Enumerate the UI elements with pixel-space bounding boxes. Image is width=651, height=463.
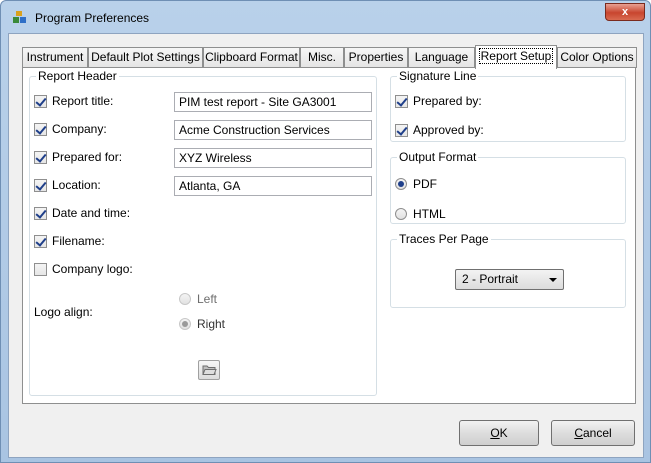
tab-language[interactable]: Language	[408, 47, 475, 68]
date-and-time-checkbox[interactable]	[34, 207, 47, 220]
browse-logo-button[interactable]	[198, 360, 220, 380]
company-label: Company:	[52, 122, 107, 136]
logo-align-right-radio[interactable]	[179, 318, 191, 330]
prepared-by-label: Prepared by:	[413, 94, 482, 108]
report-header-legend: Report Header	[38, 69, 117, 83]
cancel-button[interactable]: Cancel	[551, 420, 635, 446]
report-title-checkbox[interactable]	[34, 95, 47, 108]
tab-clipboard-format[interactable]: Clipboard Format	[203, 47, 300, 68]
company-logo-label: Company logo:	[52, 262, 133, 276]
window-title: Program Preferences	[35, 11, 150, 25]
approved-by-label: Approved by:	[413, 123, 484, 137]
prepared-by-checkbox[interactable]	[395, 95, 408, 108]
chevron-down-icon	[549, 278, 557, 282]
company-logo-checkbox[interactable]	[34, 263, 47, 276]
tab-color-options[interactable]: Color Options	[557, 47, 637, 68]
company-checkbox[interactable]	[34, 123, 47, 136]
ok-button[interactable]: OK	[459, 420, 539, 446]
traces-per-page-value: 2 - Portrait	[462, 272, 519, 286]
tab-report-setup[interactable]: Report Setup	[475, 45, 557, 69]
logo-align-label: Logo align:	[34, 305, 93, 319]
close-button[interactable]: x	[605, 3, 645, 21]
html-radio[interactable]	[395, 208, 407, 220]
traces-per-page-legend: Traces Per Page	[399, 232, 489, 246]
tab-instrument[interactable]: Instrument	[22, 47, 88, 68]
traces-per-page-select[interactable]: 2 - Portrait	[455, 269, 564, 290]
app-icon	[13, 11, 26, 23]
tab-properties[interactable]: Properties	[344, 47, 408, 68]
html-label: HTML	[413, 207, 446, 221]
location-checkbox[interactable]	[34, 179, 47, 192]
approved-by-checkbox[interactable]	[395, 124, 408, 137]
prepared-for-input[interactable]: XYZ Wireless	[174, 148, 372, 168]
tab-default-plot-settings[interactable]: Default Plot Settings	[88, 47, 203, 68]
output-format-legend: Output Format	[399, 150, 477, 164]
logo-align-left-label: Left	[197, 292, 218, 306]
dialog-client-area: Instrument Default Plot Settings Clipboa…	[8, 33, 644, 458]
report-title-label: Report title:	[52, 94, 114, 108]
company-input[interactable]: Acme Construction Services	[174, 120, 372, 140]
logo-align-right-label: Right	[197, 317, 226, 331]
prepared-for-label: Prepared for:	[52, 150, 123, 164]
location-label: Location:	[52, 178, 101, 192]
report-title-input[interactable]: PIM test report - Site GA3001	[174, 92, 372, 112]
signature-line-legend: Signature Line	[399, 69, 477, 83]
report-header-group: Report Header	[29, 69, 377, 396]
pdf-label: PDF	[413, 177, 437, 191]
logo-align-left-radio[interactable]	[179, 293, 191, 305]
dialog-window: Program Preferences x Instrument Default…	[0, 0, 651, 463]
filename-label: Filename:	[52, 234, 105, 248]
title-bar[interactable]: Program Preferences x	[1, 1, 650, 33]
tab-misc[interactable]: Misc.	[300, 47, 344, 68]
date-and-time-label: Date and time:	[52, 206, 131, 220]
close-icon: x	[621, 6, 629, 18]
filename-checkbox[interactable]	[34, 235, 47, 248]
pdf-radio[interactable]	[395, 178, 407, 190]
prepared-for-checkbox[interactable]	[34, 151, 47, 164]
report-setup-page: Report Header Report title: PIM test rep…	[22, 67, 636, 404]
location-input[interactable]: Atlanta, GA	[174, 176, 372, 196]
folder-icon	[202, 365, 217, 375]
